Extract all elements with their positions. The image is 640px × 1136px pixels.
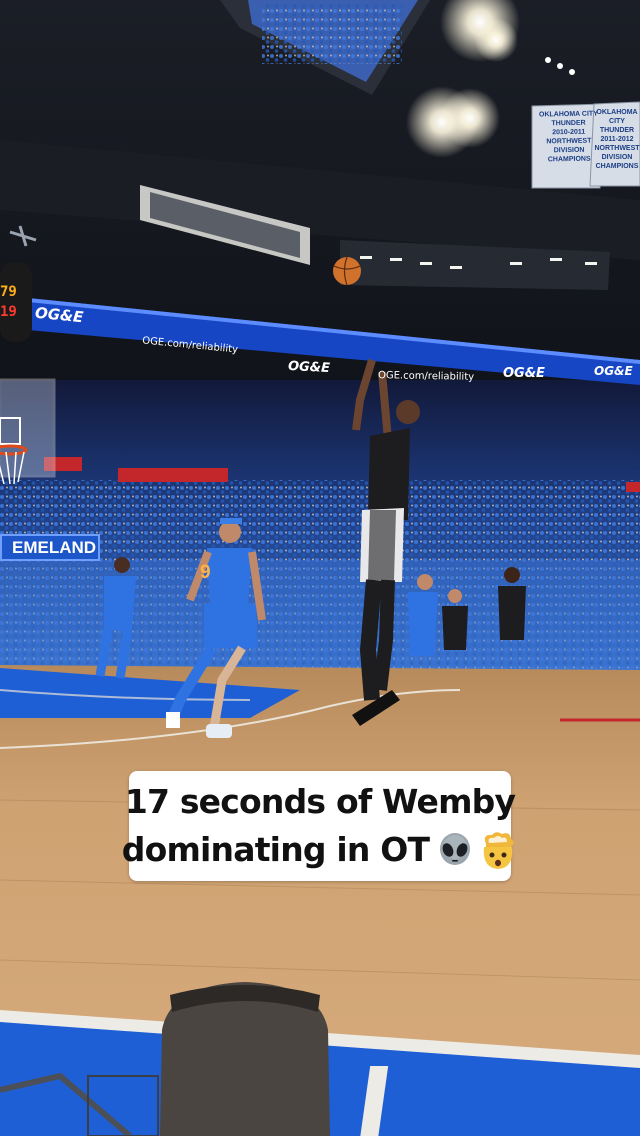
shot-clock-bottom: 19 xyxy=(0,304,17,320)
basketball xyxy=(333,256,361,286)
alien-icon xyxy=(438,833,472,867)
banner-2011-2012: OKLAHOMA CITY THUNDER 2011-2012 NORTHWES… xyxy=(594,109,640,170)
exploding-head-icon xyxy=(478,830,518,870)
caption-text-2: dominating in OT xyxy=(121,830,430,869)
jersey-number: 9 xyxy=(200,562,211,583)
ribbon-brand-3: OG&E xyxy=(503,366,545,381)
ribbon-brand-2: OG&E xyxy=(287,358,331,377)
foreground-head xyxy=(160,982,330,1136)
caption-line-2: dominating in OT xyxy=(122,826,519,874)
video-caption: 17 seconds of Wemby dominating in OT xyxy=(122,771,516,881)
courtside-sign: EMELAND xyxy=(0,534,100,561)
ribbon-url-2: OGE.com/reliability xyxy=(377,370,475,383)
banner-2010-2011: OKLAHOMA CITY THUNDER 2010-2011 NORTHWES… xyxy=(538,110,598,164)
ribbon-brand-4: OG&E xyxy=(594,364,633,378)
caption-line-1: 17 seconds of Wemby xyxy=(124,778,516,826)
caption-text-1: 17 seconds of Wemby xyxy=(124,782,516,821)
shot-clock-top: 79 xyxy=(0,284,17,300)
